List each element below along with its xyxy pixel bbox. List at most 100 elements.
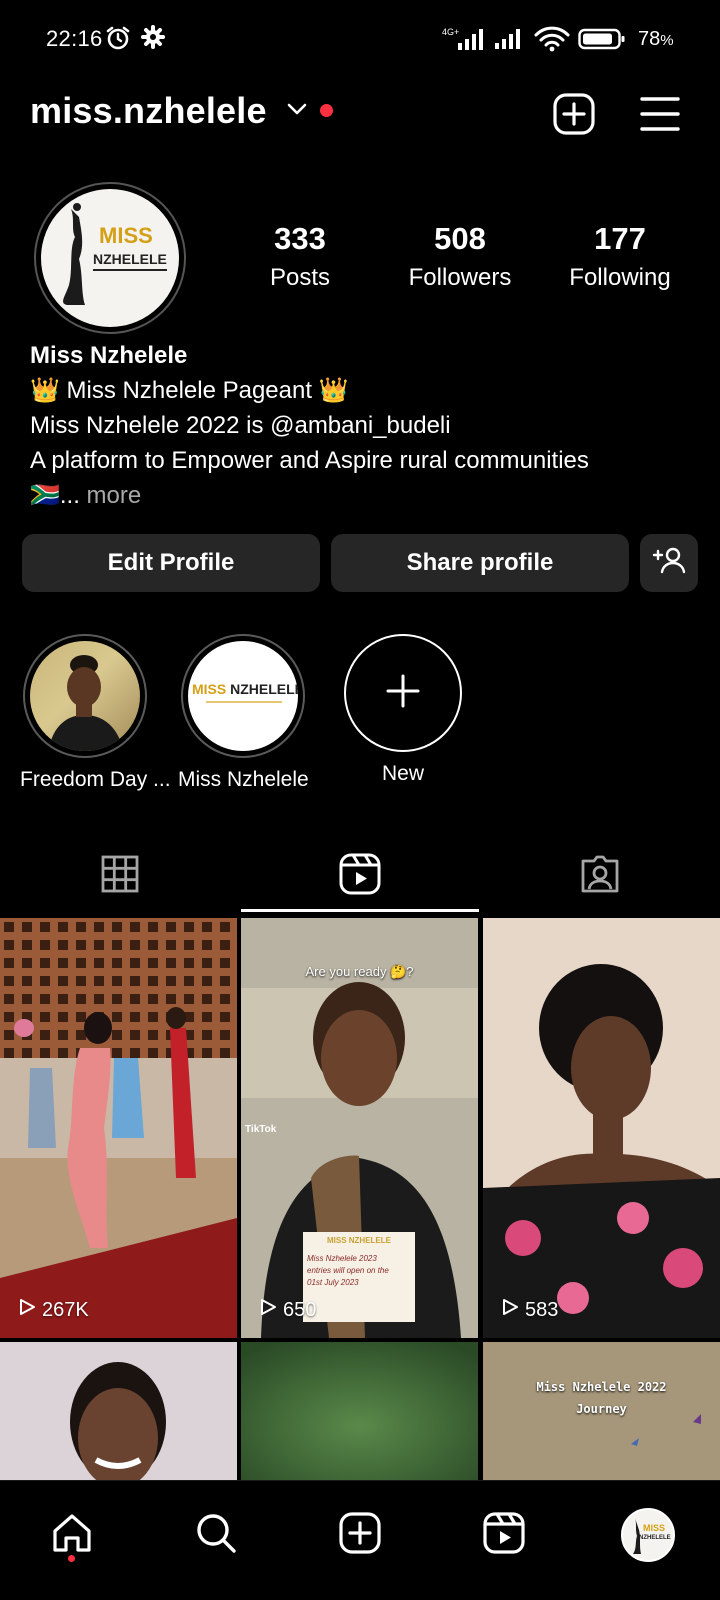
- menu-icon[interactable]: [640, 94, 680, 139]
- notification-dot: [320, 104, 333, 117]
- tab-grid[interactable]: [0, 838, 240, 914]
- reels-icon: [339, 853, 381, 900]
- highlight-logo-miss: MISS: [192, 681, 227, 697]
- highlight-new-ring: [344, 634, 462, 752]
- nav-reels[interactable]: [472, 1503, 536, 1567]
- view-count-value: 650: [283, 1298, 317, 1321]
- add-person-icon: [652, 546, 686, 581]
- search-icon: [194, 1511, 238, 1560]
- battery-suffix: %: [660, 32, 674, 49]
- stat-label: Following: [569, 264, 671, 292]
- bottom-navigation: MISS NZHELELE: [0, 1480, 720, 1600]
- highlight-label: Miss Nzhelele: [178, 768, 309, 791]
- reel-tile[interactable]: 267K: [0, 918, 237, 1338]
- nav-profile[interactable]: MISS NZHELELE: [616, 1503, 680, 1567]
- nav-search[interactable]: [184, 1503, 248, 1567]
- stat-value: 177: [594, 221, 646, 256]
- play-icon: [501, 1298, 519, 1322]
- highlight-cover: [30, 641, 140, 751]
- view-count: 583: [501, 1298, 558, 1322]
- grid-icon: [101, 855, 139, 898]
- stat-followers[interactable]: 508 Followers: [380, 221, 540, 292]
- chevron-down-icon[interactable]: [286, 102, 308, 121]
- card-line: entries will open on the: [307, 1266, 389, 1275]
- bio-more-row[interactable]: 🇿🇦... more: [30, 478, 700, 513]
- view-count: 650: [259, 1298, 316, 1322]
- bio-line: A platform to Empower and Aspire rural c…: [30, 447, 589, 474]
- discover-people-button[interactable]: [640, 534, 698, 592]
- signal-icon: 4G+: [442, 26, 488, 57]
- wifi-icon: [534, 26, 570, 57]
- edit-profile-button[interactable]: Edit Profile: [22, 534, 320, 592]
- share-profile-button[interactable]: Share profile: [331, 534, 629, 592]
- status-bar: 22:16 4G+ 78%: [0, 0, 720, 78]
- display-name: Miss Nzhelele: [30, 342, 188, 369]
- network-label: 4G+: [442, 27, 459, 37]
- reel-caption: Journey: [576, 1402, 627, 1416]
- highlight-new[interactable]: New: [338, 634, 468, 786]
- profile-avatar[interactable]: MISS NZHELELE: [34, 182, 186, 334]
- stat-value: 333: [274, 221, 326, 256]
- battery-value: 78: [638, 28, 661, 50]
- plus-icon: [385, 673, 421, 714]
- tab-reels[interactable]: [240, 838, 480, 914]
- notification-dot: [68, 1555, 75, 1562]
- reel-tile[interactable]: Are you ready 🤔? TikTok MISS NZHELELE Mi…: [241, 918, 478, 1338]
- card-line: 01st July 2023: [307, 1278, 359, 1287]
- avatar-text-miss: MISS: [99, 223, 153, 248]
- username[interactable]: miss.nzhelele: [30, 90, 267, 132]
- card-line: Miss Nzhelele 2023: [307, 1254, 377, 1263]
- bio-line[interactable]: Miss Nzhelele 2022 is @ambani_budeli: [30, 408, 700, 443]
- bio-line: 👑 Miss Nzhelele Pageant 👑: [30, 377, 349, 404]
- battery-icon: [578, 28, 626, 55]
- create-icon: [338, 1511, 382, 1560]
- highlight-cover: MISS NZHELELE: [188, 641, 298, 751]
- highlight-label: Freedom Day ...: [20, 768, 171, 791]
- active-tab-indicator: [241, 909, 479, 912]
- view-count: 267K: [18, 1298, 89, 1322]
- alarm-icon: [104, 24, 132, 57]
- stat-following[interactable]: 177 Following: [540, 221, 700, 292]
- reel-tile[interactable]: [0, 1342, 237, 1482]
- highlight-logo-nzhelele: NZHELELE: [230, 681, 298, 697]
- nav-create[interactable]: [328, 1503, 392, 1567]
- avatar-logo: MISS NZHELELE: [41, 189, 179, 327]
- bio-more-link[interactable]: more: [80, 482, 142, 509]
- reel-caption: Are you ready 🤔?: [305, 964, 414, 979]
- home-icon: [50, 1511, 94, 1560]
- signal-icon: [494, 28, 526, 55]
- announcement-card: MISS NZHELELE Miss Nzhelele 2023 entries…: [303, 1232, 415, 1322]
- avatar-text-nzhelele: NZHELELE: [93, 251, 167, 271]
- highlight-ring: MISS NZHELELE: [181, 634, 305, 758]
- profile-bio: Miss Nzhelele 👑 Miss Nzhelele Pageant 👑 …: [30, 338, 700, 513]
- stat-value: 508: [434, 221, 486, 256]
- highlight-miss-nzhelele[interactable]: MISS NZHELELE Miss Nzhelele: [178, 634, 309, 792]
- battery-percent: 78%: [638, 28, 674, 51]
- tab-tagged[interactable]: [480, 838, 720, 914]
- stat-posts[interactable]: 333 Posts: [220, 221, 380, 292]
- stat-label: Followers: [408, 264, 512, 292]
- card-title: MISS NZHELELE: [326, 1236, 391, 1245]
- tiktok-watermark: TikTok: [245, 1124, 277, 1135]
- bio-ellipsis: 🇿🇦...: [30, 482, 80, 509]
- highlight-ring: [23, 634, 147, 758]
- profile-header: miss.nzhelele: [0, 86, 720, 146]
- status-time: 22:16: [46, 26, 103, 51]
- view-count-value: 583: [525, 1298, 559, 1321]
- reel-tile[interactable]: [241, 1342, 478, 1482]
- play-icon: [259, 1298, 277, 1322]
- reel-caption: Miss Nzhelele 2022: [536, 1380, 667, 1394]
- highlight-freedom-day[interactable]: Freedom Day ...: [20, 634, 171, 792]
- reels-icon: [482, 1511, 526, 1560]
- profile-avatar: MISS NZHELELE: [621, 1508, 675, 1562]
- reel-tile[interactable]: Miss Nzhelele 2022 Journey: [483, 1342, 720, 1482]
- create-plus-icon[interactable]: [552, 92, 596, 141]
- gear-icon: [140, 24, 166, 55]
- profile-tabs: [0, 838, 720, 914]
- profile-stats: 333 Posts 508 Followers 177 Following: [220, 221, 700, 292]
- view-count-value: 267K: [42, 1298, 89, 1321]
- play-icon: [18, 1298, 36, 1322]
- reel-tile[interactable]: 583: [483, 918, 720, 1338]
- highlight-label: New: [381, 762, 424, 785]
- stat-label: Posts: [269, 264, 331, 292]
